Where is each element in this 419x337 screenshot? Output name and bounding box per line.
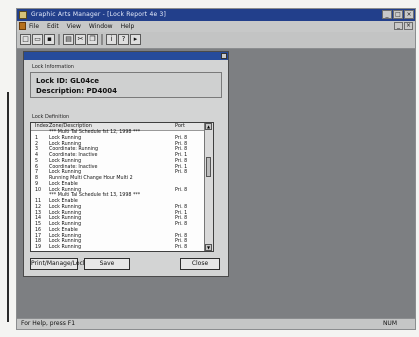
child-window-close-icon[interactable] (221, 53, 227, 59)
save-icon[interactable]: ▪ (44, 34, 55, 45)
menu-bar: File Edit View Window Help _ × (17, 21, 415, 32)
child-minimize-button[interactable]: _ (394, 22, 403, 30)
toolbar: □ ▭ ▪ ▤ ✂ ❐ i ? ▸ (17, 32, 415, 49)
row-index: 19 (35, 245, 42, 250)
num-lock-indicator: NUM (382, 320, 397, 327)
menu-window[interactable]: Window (89, 21, 113, 32)
app-icon (19, 11, 27, 19)
col-port-header[interactable]: Port (175, 123, 185, 130)
close-dialog-button[interactable]: Close (180, 258, 220, 270)
col-index-header[interactable]: Index (35, 123, 49, 130)
copy-icon[interactable]: ❐ (87, 34, 98, 45)
save-button[interactable]: Save (84, 258, 130, 270)
menu-view[interactable]: View (67, 21, 81, 32)
open-icon[interactable]: ▭ (32, 34, 43, 45)
scroll-thumb[interactable] (206, 157, 211, 177)
close-button[interactable]: × (404, 10, 414, 19)
page-edge-mark (7, 92, 9, 322)
row-port: Pri. 8 (175, 245, 188, 250)
scroll-up-icon[interactable]: ▲ (205, 123, 212, 130)
help-icon[interactable]: ? (118, 34, 129, 45)
lock-information-box: Lock ID: GL04ce Description: PD4004 (30, 72, 222, 98)
list-item[interactable]: 19 Lock Running Pri. 8 (31, 245, 205, 251)
cut-icon[interactable]: ✂ (75, 34, 86, 45)
status-bar: For Help, press F1 NUM (17, 318, 415, 329)
info-icon[interactable]: i (106, 34, 117, 45)
print-icon[interactable]: ▤ (63, 34, 74, 45)
vertical-scrollbar[interactable]: ▲ ▼ (204, 123, 213, 251)
application-window: Graphic Arts Manager - [Lock Report 4e 3… (16, 8, 416, 330)
description-text: Description: PD4004 (36, 87, 117, 95)
scroll-down-icon[interactable]: ▼ (205, 244, 212, 251)
child-close-button[interactable]: × (404, 22, 413, 30)
lock-information-label: Lock Information (32, 64, 74, 70)
list-rows: *** Multi Tal Schedule fst 12, 1998 *** 1… (31, 130, 205, 251)
minimize-button[interactable]: _ (382, 10, 392, 19)
maximize-button[interactable]: □ (393, 10, 403, 19)
lock-report-window: Lock Information Lock ID: GL04ce Descrip… (23, 51, 229, 277)
row-description: Lock Running (49, 245, 82, 250)
menu-help[interactable]: Help (121, 21, 135, 32)
title-bar[interactable]: Graphic Arts Manager - [Lock Report 4e 3… (17, 9, 415, 21)
toolbar-separator (58, 34, 60, 45)
lock-id-text: Lock ID: GL04ce (36, 77, 100, 85)
lock-definition-label: Lock Definition (32, 114, 70, 120)
document-system-icon[interactable] (19, 22, 26, 30)
print-lock-button[interactable]: Print/Manage/Lock (30, 258, 86, 270)
lock-definition-list[interactable]: Index Zone/Description Port *** Multi Ta… (30, 122, 214, 252)
new-icon[interactable]: □ (20, 34, 31, 45)
menu-file[interactable]: File (29, 21, 39, 32)
toolbar-separator (101, 34, 103, 45)
window-title: Graphic Arts Manager - [Lock Report 4e 3… (31, 11, 167, 18)
col-description-header[interactable]: Zone/Description (49, 123, 92, 130)
cursor-help-icon[interactable]: ▸ (130, 34, 141, 45)
status-text: For Help, press F1 (21, 320, 76, 327)
menu-edit[interactable]: Edit (47, 21, 59, 32)
child-title-bar[interactable] (24, 52, 228, 60)
